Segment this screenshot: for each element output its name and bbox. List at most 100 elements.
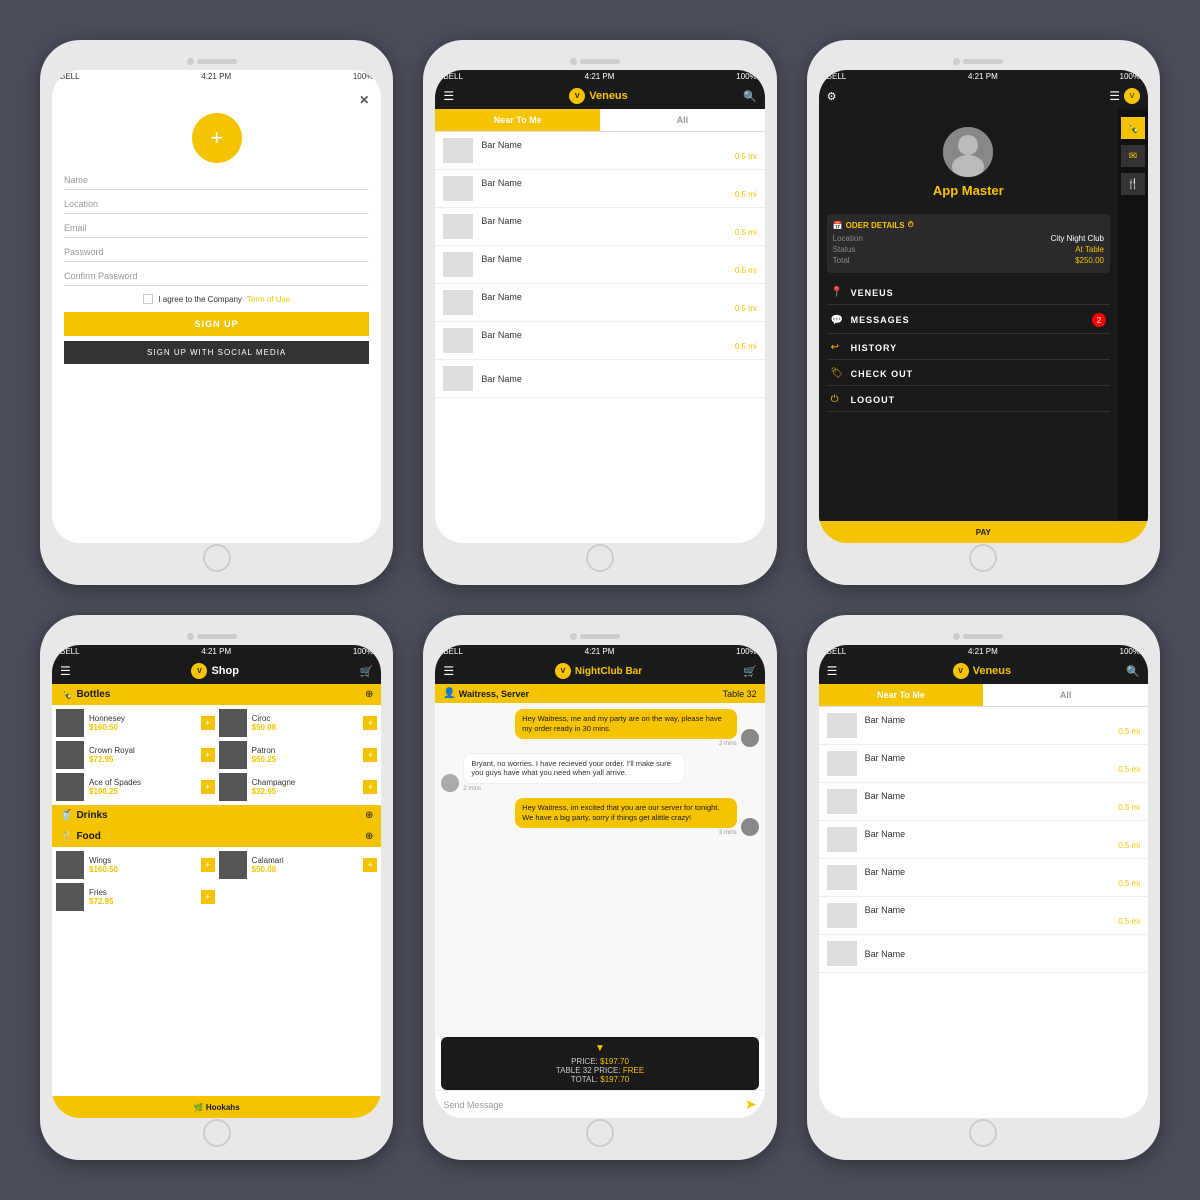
send-message-input[interactable]: Send Message bbox=[443, 1100, 739, 1110]
add-button[interactable]: + bbox=[201, 748, 215, 762]
status-bar-3: BELL 4:21 PM 100% bbox=[819, 70, 1148, 83]
confirm-password-field[interactable]: Confirm Password bbox=[64, 267, 369, 286]
cart-icon-5[interactable]: 🛒 bbox=[743, 665, 757, 678]
msg-row-0: Hey Waitress, me and my party are on the… bbox=[441, 709, 758, 747]
menu-veneus[interactable]: 📍 VENEUS bbox=[827, 281, 1110, 305]
add-button[interactable]: + bbox=[201, 858, 215, 872]
bar-name: Bar Name bbox=[481, 140, 756, 150]
settings-icon[interactable]: ⚙ bbox=[827, 90, 837, 103]
bar-item-62[interactable]: Bar Name 0.5 mi bbox=[819, 783, 1148, 821]
agree-checkbox[interactable] bbox=[143, 294, 153, 304]
add-button[interactable]: + bbox=[201, 890, 215, 904]
time-6: 4:21 PM bbox=[968, 647, 998, 656]
history-icon: ↩ bbox=[831, 342, 845, 353]
bar-info: Bar Name 0.5 mi bbox=[481, 178, 756, 199]
product-honnesey: Honnesey $160.50 + bbox=[56, 709, 215, 737]
menu-icon-2[interactable]: ☰ bbox=[443, 89, 454, 103]
bar-thumb bbox=[443, 214, 473, 239]
bar-item-61[interactable]: Bar Name 0.5 mi bbox=[819, 745, 1148, 783]
bar-item-3[interactable]: Bar Name 0.5 mi bbox=[435, 246, 764, 284]
product-img bbox=[56, 709, 84, 737]
search-icon-6[interactable]: 🔍 bbox=[1126, 665, 1140, 678]
bar-item-2[interactable]: Bar Name 0.5 mi bbox=[435, 208, 764, 246]
menu-icon-5[interactable]: ☰ bbox=[443, 664, 454, 678]
drinks-toggle[interactable]: ⊕ bbox=[365, 810, 373, 821]
profile-avatar bbox=[943, 127, 993, 177]
social-signup-button[interactable]: SIGN UP WITH SOCIAL MEDIA bbox=[64, 341, 369, 364]
carrier-5: BELL bbox=[443, 647, 463, 656]
product-info: Wings $160.50 bbox=[89, 856, 196, 874]
add-button[interactable]: + bbox=[363, 748, 377, 762]
add-button[interactable]: + bbox=[363, 780, 377, 794]
bar-item-5[interactable]: Bar Name 0.5 mi bbox=[435, 322, 764, 360]
bottle-icon: 🍾 bbox=[60, 689, 72, 700]
bar-item-6[interactable]: Bar Name bbox=[435, 360, 764, 398]
bar-item-4[interactable]: Bar Name 0.5 mi bbox=[435, 284, 764, 322]
cart-icon[interactable]: 🛒 bbox=[360, 665, 374, 678]
messages-icon: 💬 bbox=[831, 315, 845, 326]
tab-near-6[interactable]: Near To Me bbox=[819, 684, 984, 706]
menu-icon-4[interactable]: ☰ bbox=[60, 664, 71, 678]
signup-button[interactable]: SIGN UP bbox=[64, 312, 369, 336]
side-icon-food[interactable]: 🍴 bbox=[1121, 173, 1145, 195]
bar-item-65[interactable]: Bar Name 0.5 mi bbox=[819, 897, 1148, 935]
food-icon: 🍴 bbox=[60, 831, 72, 842]
logout-icon: ⏻ bbox=[831, 394, 845, 405]
order-row-total: Total $250.00 bbox=[833, 256, 1104, 265]
email-field[interactable]: Email bbox=[64, 219, 369, 238]
home-button-2[interactable] bbox=[586, 544, 614, 572]
menu-messages[interactable]: 💬 MESSAGES 2 bbox=[827, 307, 1110, 334]
menu-history[interactable]: ↩ HISTORY bbox=[827, 336, 1110, 360]
avatar-upload[interactable]: + bbox=[192, 113, 242, 163]
add-button[interactable]: + bbox=[201, 780, 215, 794]
product-fries: Fries $72.95 + bbox=[56, 883, 215, 911]
bar-thumb bbox=[827, 827, 857, 852]
home-button-3[interactable] bbox=[969, 544, 997, 572]
menu-icon-6[interactable]: ☰ bbox=[827, 664, 838, 678]
bar-dist: 0.5 mi bbox=[481, 304, 756, 313]
add-button[interactable]: + bbox=[363, 716, 377, 730]
hamburger-icon[interactable]: ☰ bbox=[1109, 89, 1120, 103]
msg-time-1: 2 mins bbox=[463, 786, 758, 792]
password-field[interactable]: Password bbox=[64, 243, 369, 262]
bar-dist: 0.5 mi bbox=[481, 266, 756, 275]
tab-near-2[interactable]: Near To Me bbox=[435, 109, 600, 131]
tab-all-2[interactable]: All bbox=[600, 109, 765, 131]
bottles-grid: Honnesey $160.50 + Ciroc $50.08 + bbox=[52, 705, 381, 805]
bar-item-66[interactable]: Bar Name bbox=[819, 935, 1148, 973]
bar-item-64[interactable]: Bar Name 0.5 mi bbox=[819, 859, 1148, 897]
location-field[interactable]: Location bbox=[64, 195, 369, 214]
close-icon[interactable]: ✕ bbox=[359, 93, 369, 107]
bottles-title: 🍾 Bottles bbox=[60, 689, 110, 700]
bar-dist: 0.5 mi bbox=[481, 342, 756, 351]
add-button[interactable]: + bbox=[201, 716, 215, 730]
bar-info: Bar Name 0.5 mi bbox=[865, 753, 1140, 774]
food-toggle[interactable]: ⊕ bbox=[365, 831, 373, 842]
shop-title: V Shop bbox=[191, 663, 239, 679]
home-button-1[interactable] bbox=[203, 544, 231, 572]
add-button[interactable]: + bbox=[363, 858, 377, 872]
search-icon-2[interactable]: 🔍 bbox=[743, 90, 757, 103]
bottles-toggle[interactable]: ⊕ bbox=[365, 689, 373, 700]
food-grid: Wings $160.50 + Calamari $50.08 + bbox=[52, 847, 381, 915]
bar-item-0[interactable]: Bar Name 0.5 mi bbox=[435, 132, 764, 170]
bar-item-60[interactable]: Bar Name 0.5 mi bbox=[819, 707, 1148, 745]
home-button-6[interactable] bbox=[969, 1119, 997, 1147]
profile-screen: App Master 📅 ODER DETAILS ⏱ Location Cit… bbox=[819, 109, 1148, 521]
phone-5: BELL 4:21 PM 100% ☰ V NightClub Bar 🛒 👤 … bbox=[423, 615, 776, 1160]
side-icon-message[interactable]: ✉ bbox=[1121, 145, 1145, 167]
tab-all-6[interactable]: All bbox=[983, 684, 1148, 706]
menu-checkout[interactable]: 🏷 CHECK OUT bbox=[827, 362, 1110, 386]
term-link[interactable]: Term of Use bbox=[247, 295, 290, 304]
bar-item-63[interactable]: Bar Name 0.5 mi bbox=[819, 821, 1148, 859]
name-field[interactable]: Name bbox=[64, 171, 369, 190]
menu-logout[interactable]: ⏻ LOGOUT bbox=[827, 388, 1110, 412]
home-button-4[interactable] bbox=[203, 1119, 231, 1147]
send-button[interactable]: ➤ bbox=[745, 1096, 757, 1113]
home-button-5[interactable] bbox=[586, 1119, 614, 1147]
drinks-section-header: 🥤 Drinks ⊕ bbox=[52, 805, 381, 826]
bar-item-1[interactable]: Bar Name 0.5 mi bbox=[435, 170, 764, 208]
bar-name: Bar Name bbox=[481, 292, 756, 302]
side-icon-bottle[interactable]: 🍾 bbox=[1121, 117, 1145, 139]
logo-icon-6: V bbox=[953, 663, 969, 679]
